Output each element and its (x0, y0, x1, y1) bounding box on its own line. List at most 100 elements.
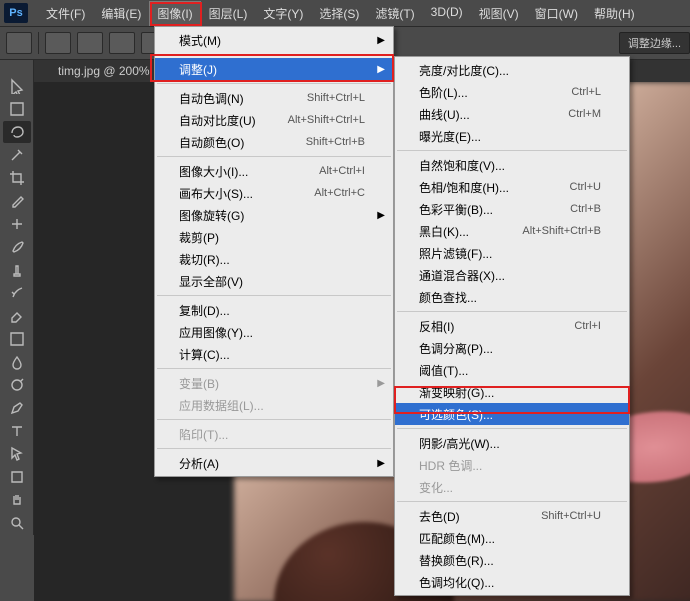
menu-shortcut: Ctrl+U (570, 181, 601, 193)
refine-edge-button[interactable]: 调整边缘... (619, 32, 690, 54)
menu-item[interactable]: 应用图像(Y)... (155, 321, 393, 343)
menu-文字(Y)[interactable]: 文字(Y) (255, 1, 311, 26)
menu-item[interactable]: 图像旋转(G)▶ (155, 204, 393, 226)
menu-item-label: 色调均化(Q)... (419, 574, 494, 591)
menu-separator (157, 54, 391, 55)
selection-add-icon[interactable] (77, 32, 103, 54)
hand-tool[interactable] (3, 489, 31, 511)
menu-item[interactable]: 计算(C)... (155, 343, 393, 365)
menu-item[interactable]: 渐变映射(G)... (395, 381, 629, 403)
gradient-tool[interactable] (3, 328, 31, 350)
eyedropper-tool[interactable] (3, 190, 31, 212)
zoom-tool[interactable] (3, 512, 31, 534)
document-tab[interactable]: timg.jpg @ 200% (48, 64, 160, 78)
menu-item[interactable]: 亮度/对比度(C)... (395, 59, 629, 81)
menu-item-label: 变量(B) (179, 375, 219, 392)
menu-item[interactable]: 曲线(U)...Ctrl+M (395, 103, 629, 125)
menu-item[interactable]: 黑白(K)...Alt+Shift+Ctrl+B (395, 220, 629, 242)
adjustments-submenu: 亮度/对比度(C)... 色阶(L)...Ctrl+L曲线(U)...Ctrl+M… (394, 56, 630, 596)
menu-item[interactable]: 显示全部(V) (155, 270, 393, 292)
menu-编辑(E)[interactable]: 编辑(E) (93, 1, 149, 26)
move-tool[interactable] (3, 75, 31, 97)
menu-item[interactable]: 色调均化(Q)... (395, 571, 629, 593)
type-tool[interactable] (3, 420, 31, 442)
heal-tool[interactable] (3, 213, 31, 235)
menu-item-label: 自动对比度(U) (179, 112, 256, 129)
menu-item-label: 变化... (419, 479, 453, 496)
menu-item[interactable]: 颜色查找... (395, 286, 629, 308)
toolbox-handle[interactable] (0, 66, 33, 74)
menu-item-label: HDR 色调... (419, 457, 482, 474)
menu-3D(D)[interactable]: 3D(D) (423, 1, 471, 26)
menu-item[interactable]: 调整(J)▶ (155, 58, 393, 80)
menu-选择(S)[interactable]: 选择(S) (311, 1, 367, 26)
selection-sub-icon[interactable] (109, 32, 135, 54)
eraser-tool[interactable] (3, 305, 31, 327)
submenu-arrow-icon: ▶ (377, 210, 385, 221)
stamp-tool[interactable] (3, 259, 31, 281)
dodge-tool[interactable] (3, 374, 31, 396)
menu-item-label: 匹配颜色(M)... (419, 530, 495, 547)
menu-帮助(H)[interactable]: 帮助(H) (586, 1, 643, 26)
menu-item[interactable]: 自然饱和度(V)... (395, 154, 629, 176)
menu-separator (397, 501, 627, 502)
menu-item-label: 裁切(R)... (179, 251, 230, 268)
shape-tool[interactable] (3, 466, 31, 488)
menu-item[interactable]: 曝光度(E)... (395, 125, 629, 147)
menu-item-label: 替换颜色(R)... (419, 552, 494, 569)
menu-item[interactable]: 裁切(R)... (155, 248, 393, 270)
history-brush-tool[interactable] (3, 282, 31, 304)
menu-separator (397, 428, 627, 429)
menu-shortcut: Shift+Ctrl+U (541, 510, 601, 522)
lasso-tool[interactable] (3, 121, 31, 143)
blur-tool[interactable] (3, 351, 31, 373)
tool-preset-icon[interactable] (6, 32, 32, 54)
menu-item-label: 色相/饱和度(H)... (419, 179, 509, 196)
menu-item[interactable]: 自动对比度(U)Alt+Shift+Ctrl+L (155, 109, 393, 131)
menu-item-label: 阴影/高光(W)... (419, 435, 500, 452)
menu-item[interactable]: 通道混合器(X)... (395, 264, 629, 286)
menu-item-label: 显示全部(V) (179, 273, 243, 290)
menu-文件(F)[interactable]: 文件(F) (38, 1, 93, 26)
wand-tool[interactable] (3, 144, 31, 166)
menu-item[interactable]: 替换颜色(R)... (395, 549, 629, 571)
menu-item[interactable]: 阴影/高光(W)... (395, 432, 629, 454)
menu-item[interactable]: 可选颜色(S)... (395, 403, 629, 425)
menu-item-label: 图像大小(I)... (179, 163, 248, 180)
menu-item[interactable]: 模式(M)▶ (155, 29, 393, 51)
menu-separator (157, 295, 391, 296)
submenu-arrow-icon: ▶ (377, 458, 385, 469)
menu-item[interactable]: 图像大小(I)...Alt+Ctrl+I (155, 160, 393, 182)
pen-tool[interactable] (3, 397, 31, 419)
menu-图层(L)[interactable]: 图层(L) (201, 1, 256, 26)
menu-图像(I)[interactable]: 图像(I) (149, 1, 200, 26)
menu-item[interactable]: 阈值(T)... (395, 359, 629, 381)
menu-item[interactable]: 去色(D)Shift+Ctrl+U (395, 505, 629, 527)
menu-item[interactable]: 复制(D)... (155, 299, 393, 321)
menu-item[interactable]: 分析(A)▶ (155, 452, 393, 474)
marquee-tool[interactable] (3, 98, 31, 120)
submenu-arrow-icon: ▶ (377, 35, 385, 46)
menu-shortcut: Alt+Shift+Ctrl+B (522, 225, 601, 237)
menu-item[interactable]: 色阶(L)...Ctrl+L (395, 81, 629, 103)
menu-窗口(W)[interactable]: 窗口(W) (527, 1, 586, 26)
menu-item[interactable]: 色彩平衡(B)...Ctrl+B (395, 198, 629, 220)
path-select-tool[interactable] (3, 443, 31, 465)
menu-视图(V)[interactable]: 视图(V) (471, 1, 527, 26)
crop-tool[interactable] (3, 167, 31, 189)
menu-item[interactable]: 自动色调(N)Shift+Ctrl+L (155, 87, 393, 109)
menu-item[interactable]: 裁剪(P) (155, 226, 393, 248)
menu-item[interactable]: 色相/饱和度(H)... Ctrl+U (395, 176, 629, 198)
menu-item[interactable]: 匹配颜色(M)... (395, 527, 629, 549)
menu-滤镜(T)[interactable]: 滤镜(T) (367, 1, 422, 26)
brush-tool[interactable] (3, 236, 31, 258)
menu-item[interactable]: 画布大小(S)...Alt+Ctrl+C (155, 182, 393, 204)
menu-item[interactable]: 照片滤镜(F)... (395, 242, 629, 264)
menu-item: 变量(B)▶ (155, 372, 393, 394)
menu-item[interactable]: 反相(I)Ctrl+I (395, 315, 629, 337)
menu-separator (157, 448, 391, 449)
menu-item-label: 亮度/对比度(C)... (419, 62, 509, 79)
selection-new-icon[interactable] (45, 32, 71, 54)
menu-item[interactable]: 自动颜色(O)Shift+Ctrl+B (155, 131, 393, 153)
menu-item[interactable]: 色调分离(P)... (395, 337, 629, 359)
